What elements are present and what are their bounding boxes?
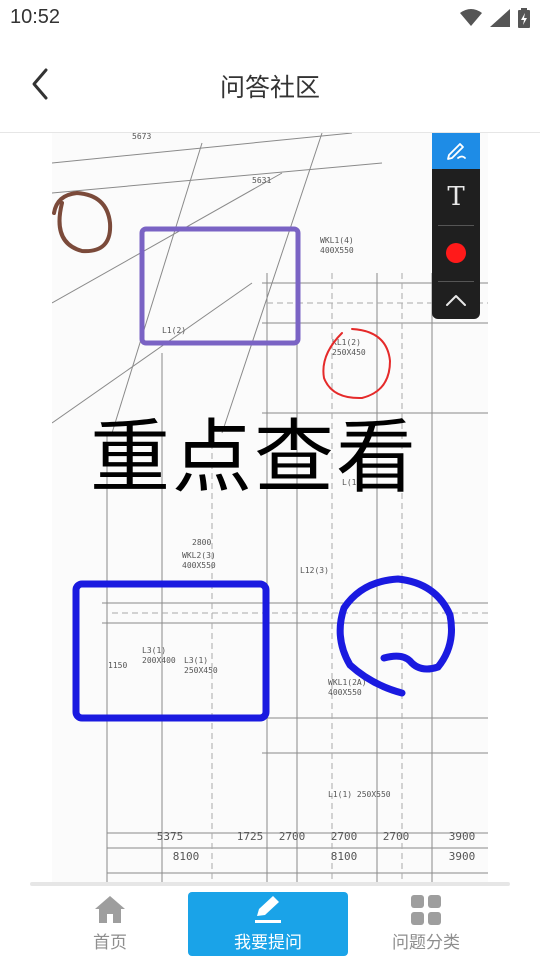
text-tool-button[interactable]: T [432, 169, 480, 225]
dim-label: 2700 [331, 830, 358, 843]
dim-label: 8100 [173, 850, 200, 863]
beam-note: 400X550 [320, 246, 354, 255]
dim-label: 5375 [157, 830, 184, 843]
blue-circle-annotation [336, 575, 455, 697]
annotation-text: 重点查看 [90, 411, 418, 504]
dim-label: 3900 [449, 830, 476, 843]
structural-drawing: 5673 5631 WKL1(4) 400X550 250X450 KL1(2)… [52, 133, 488, 885]
beam-note: 2800 [192, 538, 211, 547]
edit-icon [255, 896, 281, 923]
beam-note: L3(1) [142, 646, 166, 655]
beam-note: WKL1(2A) [328, 678, 367, 687]
beam-note: 1150 [108, 661, 127, 670]
battery-icon [518, 8, 530, 28]
red-dot-icon [446, 243, 466, 263]
pen-icon [447, 143, 466, 160]
brown-circle-annotation [52, 190, 113, 254]
dim-label: 5673 [132, 133, 151, 141]
beam-note: WKL1(4) [320, 236, 354, 245]
beam-note: L1(2) [162, 326, 186, 335]
navigation-bar: 问答社区 [0, 36, 540, 133]
chevron-up-icon [446, 295, 466, 306]
grid-icon [411, 895, 441, 925]
status-time: 10:52 [10, 6, 61, 28]
beam-note: L1(1) 250X550 [328, 790, 391, 799]
tab-ask-question[interactable]: 我要提问 [188, 892, 348, 956]
dim-label: 3900 [449, 850, 476, 863]
dim-label: 2700 [383, 830, 410, 843]
beam-note: L12(3) [300, 566, 329, 575]
collapse-toolbar-button[interactable] [432, 281, 480, 319]
beam-note: 250X450 [332, 348, 366, 357]
tab-home[interactable]: 首页 [30, 892, 190, 956]
beam-note: WKL2(3) [182, 551, 216, 560]
beam-note: 400X550 [328, 688, 362, 697]
beam-note: 250X450 [184, 666, 218, 675]
dim-label: 2700 [279, 830, 306, 843]
beam-note: L3(1) [184, 656, 208, 665]
tab-categories[interactable]: 问题分类 [346, 892, 506, 956]
dim-label: 1725 [237, 830, 264, 843]
tab-bar-divider [30, 882, 510, 886]
wifi-icon [460, 9, 482, 26]
tab-ask-question-label: 我要提问 [234, 933, 302, 953]
status-bar: 10:52 [0, 0, 540, 36]
tab-home-label: 首页 [93, 933, 127, 953]
page-title: 问答社区 [219, 73, 320, 102]
tab-categories-label: 问题分类 [392, 933, 460, 953]
status-icons [460, 8, 530, 28]
color-picker-button[interactable] [432, 225, 480, 281]
markup-toolbar: T [432, 133, 480, 319]
beam-note: 200X400 [142, 656, 176, 665]
signal-icon [490, 9, 510, 27]
dim-label: 8100 [331, 850, 358, 863]
dim-label: 5631 [252, 176, 271, 185]
beam-note: 400X550 [182, 561, 216, 570]
drawing-canvas[interactable]: 5673 5631 WKL1(4) 400X550 250X450 KL1(2)… [52, 133, 488, 885]
pen-tool-button[interactable] [432, 133, 480, 169]
home-icon [95, 896, 125, 923]
blue-box-annotation [72, 580, 270, 722]
